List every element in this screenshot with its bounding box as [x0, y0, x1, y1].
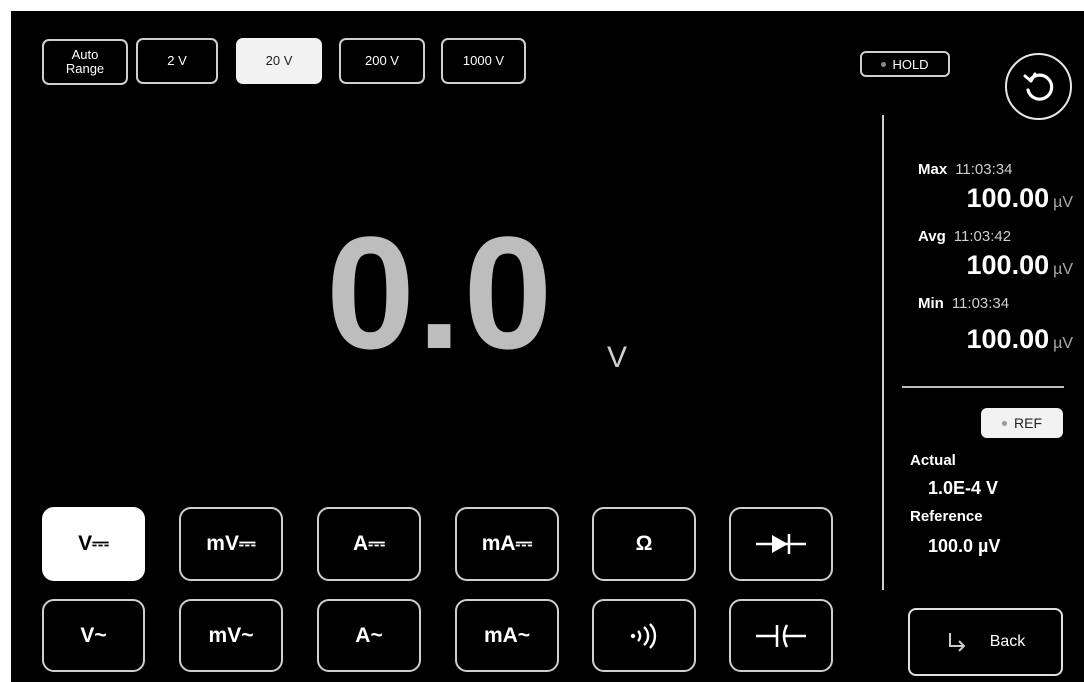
mode-a-ac-button[interactable]: A~ [317, 599, 421, 672]
reference-label: Reference [910, 508, 983, 525]
range-20v-label: 20 V [265, 53, 293, 68]
back-label: Back [989, 633, 1026, 650]
horizontal-divider [902, 386, 1064, 388]
back-button[interactable]: Back [908, 608, 1063, 676]
max-label: Max [918, 161, 948, 178]
ref-label: REF [1014, 415, 1042, 431]
avg-value-row: 100.00 µV [901, 250, 1073, 284]
mode-v-ac-label: V~ [80, 623, 107, 647]
continuity-icon [630, 622, 657, 649]
mode-a-dc-button[interactable]: A⎓ [317, 507, 421, 581]
main-reading: 0.0 [326, 203, 555, 382]
max-time: 11:03:34 [955, 161, 1013, 178]
main-unit: V [607, 341, 628, 374]
mode-diode-button[interactable] [729, 507, 833, 581]
ref-indicator-icon [1002, 420, 1007, 426]
capacitor-icon [756, 623, 806, 648]
mode-ohm-button[interactable]: Ω [592, 507, 696, 581]
min-label: Min [918, 295, 944, 312]
mode-a-dc-label: A⎓ [353, 532, 385, 555]
range-1000v-button[interactable]: 1000 V [441, 38, 526, 84]
range-200v-button[interactable]: 200 V [339, 38, 425, 84]
mode-mv-ac-label: mV~ [208, 623, 254, 647]
ohm-icon: Ω [635, 532, 653, 555]
multimeter-screen: Auto Range 2 V 20 V 200 V 1000 V HOLD 0.… [11, 11, 1084, 682]
mode-capacitor-button[interactable] [729, 599, 833, 672]
avg-time: 11:03:42 [953, 228, 1012, 245]
mode-ma-ac-button[interactable]: mA~ [455, 599, 559, 672]
mode-mv-dc-label: mV⎓ [206, 532, 256, 555]
min-unit: µV [1053, 335, 1073, 352]
mode-continuity-button[interactable] [592, 599, 696, 672]
vertical-divider [882, 115, 884, 590]
max-header: Max 11:03:34 [918, 161, 1078, 183]
mode-mv-dc-button[interactable]: mV⎓ [179, 507, 283, 581]
reset-icon [1023, 72, 1053, 101]
min-header: Min 11:03:34 [918, 295, 1078, 317]
avg-header: Avg 11:03:42 [918, 228, 1078, 250]
actual-label: Actual [910, 452, 956, 469]
avg-value: 100.00 [966, 250, 1050, 280]
min-time: 11:03:34 [951, 295, 1010, 312]
diode-icon [756, 534, 806, 554]
min-value-row: 100.00 µV [901, 324, 1073, 358]
mode-ma-dc-label: mA⎓ [481, 532, 533, 555]
reference-value: 100.0 µV [928, 536, 1001, 556]
mode-v-dc-label: V⎓ [78, 532, 109, 555]
range-auto-label: Auto Range [65, 47, 105, 76]
range-200v-label: 200 V [365, 53, 399, 68]
mode-v-dc-button[interactable]: V⎓ [42, 507, 145, 581]
hold-indicator-icon [881, 61, 887, 67]
back-arrow-icon [948, 633, 966, 652]
hold-label: HOLD [892, 56, 929, 72]
avg-label: Avg [918, 228, 946, 245]
mode-ma-dc-button[interactable]: mA⎓ [455, 507, 559, 581]
mode-v-ac-button[interactable]: V~ [42, 599, 145, 672]
reset-button[interactable] [1005, 53, 1072, 120]
max-value-row: 100.00 µV [901, 183, 1073, 217]
max-value: 100.00 [966, 183, 1050, 213]
range-2v-button[interactable]: 2 V [136, 38, 218, 84]
range-2v-label: 2 V [167, 53, 187, 68]
ref-button[interactable]: REF [981, 408, 1063, 438]
max-unit: µV [1053, 194, 1073, 211]
actual-value: 1.0E-4 V [928, 478, 999, 498]
range-1000v-label: 1000 V [462, 53, 505, 68]
mode-mv-ac-button[interactable]: mV~ [179, 599, 283, 672]
avg-unit: µV [1053, 261, 1073, 278]
range-20v-button[interactable]: 20 V [236, 38, 322, 84]
hold-button[interactable]: HOLD [860, 51, 950, 77]
mode-ma-ac-label: mA~ [483, 623, 531, 647]
min-value: 100.00 [966, 324, 1050, 354]
range-auto-button[interactable]: Auto Range [42, 39, 128, 85]
mode-a-ac-label: A~ [355, 623, 383, 647]
